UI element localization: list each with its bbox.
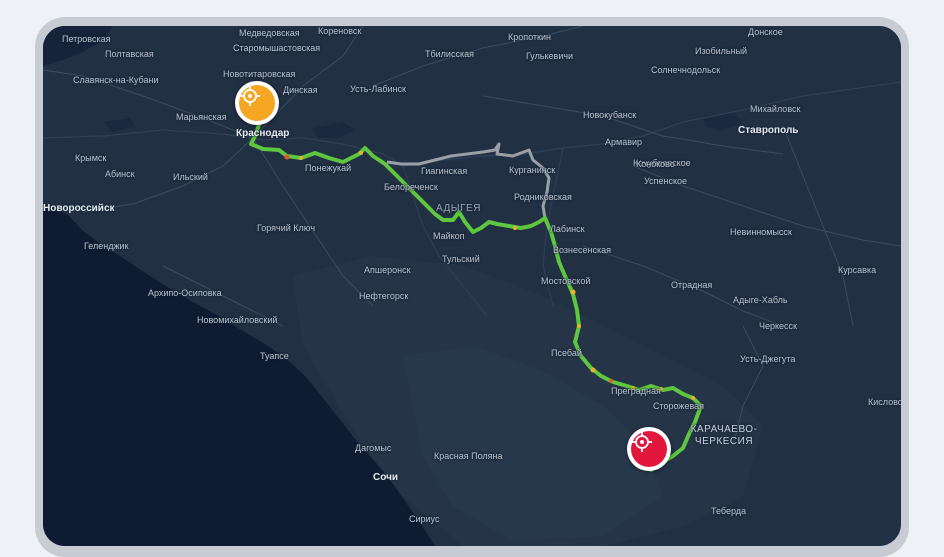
map-label: Успенское [644, 176, 688, 186]
map-label: Михайловск [750, 104, 801, 114]
map-label-region: ЧЕРКЕСИЯ [694, 436, 754, 447]
map-label: Лабинск [550, 224, 585, 234]
map-label-city: Краснодар [236, 128, 290, 139]
map-label: Динская [283, 85, 318, 95]
map-label: Вознесенская [553, 245, 611, 255]
map-label: Конокoво [636, 159, 675, 169]
map-label: Отрадная [671, 280, 713, 290]
map-label: Понежукай [305, 163, 352, 173]
map-label: Дагомыс [355, 443, 392, 453]
map-label: Петровская [62, 34, 111, 44]
map-label: Изобильный [695, 46, 748, 56]
map-label: Черкесск [759, 321, 797, 331]
map-label: Ильский [173, 172, 208, 182]
map-label: Туапсе [260, 351, 289, 361]
map-label: Курганинск [509, 165, 556, 175]
end-marker-core [631, 431, 667, 467]
start-marker[interactable] [235, 81, 279, 125]
map-label: Архипо-Осиповка [148, 288, 222, 298]
map-label: Апшеронск [364, 265, 411, 275]
map-label: Родниковская [514, 192, 572, 202]
map-label-city: Новороссийск [43, 203, 115, 214]
map-label: Кропоткин [508, 32, 551, 42]
map-label: Донское [748, 27, 783, 37]
map-label: Старомышастовская [233, 43, 321, 53]
map-label: Кисловодск [868, 397, 901, 407]
map-label: Кореновск [318, 26, 362, 36]
map-label: Геленджик [84, 241, 129, 251]
map-label: Майкоп [433, 231, 465, 241]
map-label-region: АДЫГЕЯ [436, 203, 481, 214]
map-label: Новокубанск [583, 110, 637, 120]
map-label: Абинск [105, 169, 135, 179]
map-label: Тбилисская [425, 49, 474, 59]
crosshair-target-icon [632, 432, 652, 452]
map-label: Сириус [409, 514, 440, 524]
map-label: Солнечнодольск [651, 65, 721, 75]
map-label: Преградная [611, 386, 661, 396]
map-label: Крымск [75, 153, 107, 163]
crosshair-target-icon [240, 86, 260, 106]
map-label-city: Ставрополь [738, 125, 799, 136]
map-label: Марьянская [176, 112, 227, 122]
map-label-region: КАРАЧАЕВО- [690, 424, 758, 435]
map-label: Горячий Ключ [257, 223, 316, 233]
map-label-city: Сочи [373, 472, 399, 483]
map-label: Новотитаровская [223, 69, 296, 79]
end-marker[interactable] [627, 427, 671, 471]
map-label: Усть-Лабинск [350, 84, 406, 94]
map-label: Мостовской [541, 276, 591, 286]
map-label: Новомихайловский [197, 315, 278, 325]
map-label: Армавир [605, 137, 643, 147]
map-label: Теберда [711, 506, 747, 516]
start-marker-core [239, 85, 275, 121]
map-label: Невинномысск [730, 227, 792, 237]
map-label: Адыге-Хабль [733, 295, 788, 305]
map-label: Полтавская [105, 49, 154, 59]
map-label: Усть-Джегута [740, 354, 796, 364]
map-view[interactable]: Петровская Полтавская Медведовская Корен… [43, 26, 901, 546]
map-label: Псебай [551, 348, 582, 358]
map-label: Гиагинская [421, 166, 468, 176]
map-label: Курсавка [838, 265, 877, 275]
map-label: Нефтегорск [359, 291, 409, 301]
map-label: Славянск-на-Кубани [73, 75, 159, 85]
map-label: Тульский [442, 254, 480, 264]
map-label: Медведовская [239, 28, 300, 38]
map-label: Красная Поляна [434, 451, 503, 461]
map-label: Гулькевичи [526, 51, 574, 61]
map-label: Белореченск [384, 182, 438, 192]
map-label: Сторожевая [653, 401, 705, 411]
